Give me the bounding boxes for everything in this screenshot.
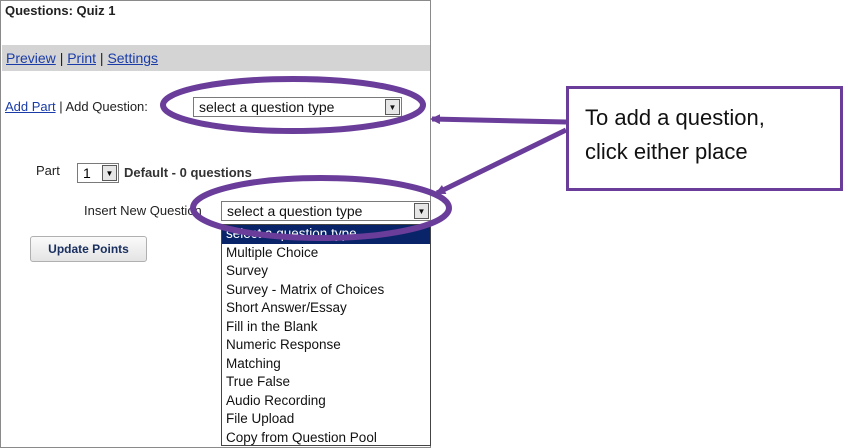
- annotation-overlay: [160, 76, 568, 241]
- highlight-ellipse-bottom: [190, 175, 452, 241]
- arrow-bottom: [435, 127, 568, 196]
- arrow-top: [430, 114, 567, 125]
- highlight-ellipse-top: [160, 76, 426, 134]
